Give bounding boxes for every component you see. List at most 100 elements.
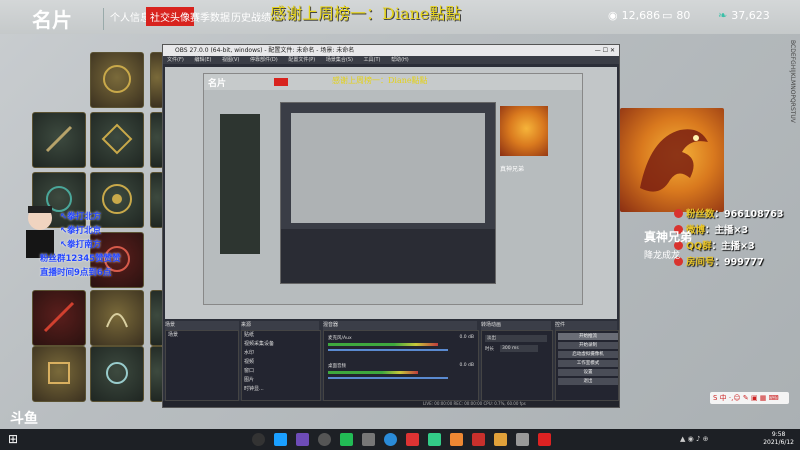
app-icon[interactable] [296,433,309,446]
mixer-track-db: 0.0 dB [459,363,474,368]
menu-tools[interactable]: 工具(T) [364,57,381,63]
menu-file[interactable]: 文件(F) [167,57,184,63]
page-title: 名片 [32,8,72,32]
menu-docks[interactable]: 停靠部件(D) [250,57,278,63]
tray-icons[interactable]: ▲ ◉ ♪ ⊕ [680,435,709,443]
nested-capture: 名片 感谢上周榜一：Diane點點 真神兄弟 [203,73,583,305]
source-item[interactable]: 视频 [242,358,320,367]
panel-mixer-header: 混音器 [323,321,477,330]
nested-right-title: 真神兄弟 [500,166,525,173]
avatar-tile[interactable] [90,52,144,108]
left-chat-line: 粉丝群12345赞赞赞 [40,254,121,264]
app-icon[interactable] [538,433,551,446]
windows-start-icon[interactable]: ⊞ [8,433,21,446]
mixer-track-name: 麦克风/Aux [328,336,352,341]
source-item[interactable]: 贴纸 [242,331,320,340]
feather-icon: ❧ [718,9,728,22]
start-recording-button[interactable]: 开始录制 [558,342,618,349]
avatar-tile[interactable] [90,112,144,168]
avatar-tile[interactable] [32,290,86,346]
tab-season-data[interactable]: 赛季数据 [190,9,230,24]
obs-window[interactable]: OBS 27.0.0 (64-bit, windows) - 配置文件: 未命名… [162,44,620,408]
dragon-icon [640,129,708,192]
studio-mode-button[interactable]: 工作室模式 [558,360,618,367]
tab-social-avatar[interactable]: 社交头像 [146,7,194,26]
avatar-tile[interactable] [90,346,144,402]
source-item[interactable]: 时钟显... [242,385,320,394]
scenes-dock[interactable]: 场景 [165,330,239,401]
stat-coins: ◉ 12,686 [608,9,660,22]
source-item[interactable]: 窗口 [242,367,320,376]
controls-dock: 开始推流 开始录制 启动虚拟摄像机 工作室模式 设置 退出 [555,330,619,401]
avatar-tile[interactable] [32,112,86,168]
nested-obs-preview [291,113,485,223]
fans-icon [674,209,683,218]
transitions-dock[interactable]: 淡出 时长 300 ms [481,330,553,401]
menu-profile[interactable]: 配置文件(P) [288,57,315,63]
app-icon[interactable] [428,433,441,446]
tab-personal-info[interactable]: 个人信息 [110,9,150,24]
app-icon[interactable] [472,433,485,446]
stat-feathers: ❧ 37,623 [718,9,770,22]
obs-preview[interactable]: 名片 感谢上周榜一：Diane點點 真神兄弟 [165,67,617,319]
menu-help[interactable]: 帮助(H) [391,57,409,63]
app-icon[interactable] [516,433,529,446]
menu-view[interactable]: 视图(V) [222,57,239,63]
nested-obs-lower [281,229,495,283]
volume-meter [328,371,418,374]
app-icon[interactable] [406,433,419,446]
scene-item[interactable]: 场景 [166,331,238,340]
obs-titlebar: OBS 27.0.0 (64-bit, windows) - 配置文件: 未命名… [163,45,619,56]
panel-sources-header: 来源 [241,321,319,330]
source-item[interactable]: 图片 [242,376,320,385]
transition-select[interactable]: 淡出 [485,335,547,342]
source-item[interactable]: 水印 [242,349,320,358]
menu-edit[interactable]: 编辑(E) [194,57,211,63]
chat-text: 主播×3 [721,241,755,252]
transition-duration-label: 时长 [485,347,494,352]
settings-button[interactable]: 设置 [558,369,618,376]
steam-icon[interactable] [274,433,287,446]
clock-date: 2021/6/12 [763,439,794,446]
avatar-tile[interactable] [90,290,144,346]
mixer-dock[interactable]: 麦克风/Aux 0.0 dB 桌面音频 0.0 dB [323,330,479,401]
obs-icon[interactable] [318,433,331,446]
browser-icon[interactable] [384,433,397,446]
volume-meter [328,343,438,346]
ime-toolbar[interactable]: S 中 ·,☺ ✎ ▣ ▦ ⌨ [710,392,789,404]
virtual-camera-button[interactable]: 启动虚拟摄像机 [558,351,618,358]
app-icon[interactable] [450,433,463,446]
panel-controls-header: 控件 [555,321,617,330]
douyu-logo: 斗鱼 [10,411,38,427]
mixer-track-name: 桌面音频 [328,364,346,369]
source-item[interactable]: 视频采集设备 [242,340,320,349]
volume-slider[interactable] [328,377,448,379]
transition-duration-input[interactable]: 300 ms [500,345,538,352]
exit-button[interactable]: 退出 [558,378,618,385]
right-chat-line: 粉丝数：966108763 [674,206,784,220]
panel-scenes-header: 场景 [165,321,239,330]
left-chat-line: 直播时间9点到6点 [40,268,112,278]
app-icon[interactable] [362,433,375,446]
app-icon[interactable] [494,433,507,446]
windows-taskbar: ⊞ ▲ ◉ ♪ ⊕ 9:58 2021/6/12 [0,429,800,450]
ticker-banner: 感谢上周榜一：Diane點點 [270,4,462,23]
start-streaming-button[interactable]: 开始推流 [558,333,618,340]
menu-scene-collection[interactable]: 场景集合(S) [326,57,353,63]
nested-title: 名片 [208,79,227,89]
chat-text: 主播×3 [714,225,749,236]
avatar-title: 真神兄弟 [644,230,693,244]
tab-history[interactable]: 历史战绩 [231,9,271,24]
penguin-icon[interactable] [252,433,265,446]
chat-user: 粉丝数 [686,209,715,220]
window-controls-icon[interactable]: — ☐ ✕ [595,45,615,56]
avatar-tile[interactable] [32,346,86,402]
sources-dock[interactable]: 贴纸 视频采集设备 水印 视频 窗口 图片 时钟显... [241,330,321,401]
nested-dragon [500,106,548,156]
obs-docks: 场景 场景 来源 贴纸 视频采集设备 水印 视频 窗口 图片 时钟显... 混音… [163,321,619,407]
volume-slider[interactable] [328,349,448,351]
obs-menubar: 文件(F) 编辑(E) 视图(V) 停靠部件(D) 配置文件(P) 场景集合(S… [163,56,619,64]
selected-avatar[interactable] [620,108,724,212]
system-clock[interactable]: 9:58 2021/6/12 [763,431,794,447]
app-icon[interactable] [340,433,353,446]
